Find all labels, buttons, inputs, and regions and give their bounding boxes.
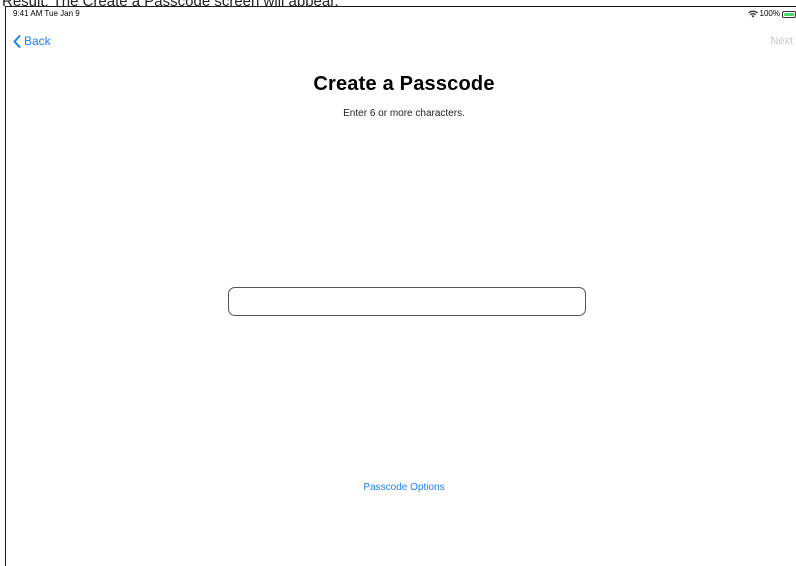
status-right: 100%: [747, 7, 796, 21]
page-title: Create a Passcode: [313, 73, 495, 95]
back-label: Back: [24, 34, 51, 48]
next-button[interactable]: Next: [770, 35, 793, 47]
battery-icon: [782, 10, 796, 18]
wifi-icon: [747, 10, 758, 18]
status-bar: 9:41 AM Tue Jan 9 100%: [6, 7, 796, 21]
chevron-left-icon: [13, 34, 21, 48]
battery-fill: [784, 12, 794, 16]
ipad-screen: 9:41 AM Tue Jan 9 100% Back Next Create …: [5, 6, 796, 566]
back-button[interactable]: Back: [13, 34, 51, 48]
passcode-options-button[interactable]: Passcode Options: [6, 482, 796, 493]
page-subtitle: Enter 6 or more characters.: [343, 108, 465, 119]
status-time: 9:41 AM Tue Jan 9: [13, 9, 80, 18]
passcode-input[interactable]: [228, 287, 586, 316]
battery-percent: 100%: [759, 9, 780, 18]
